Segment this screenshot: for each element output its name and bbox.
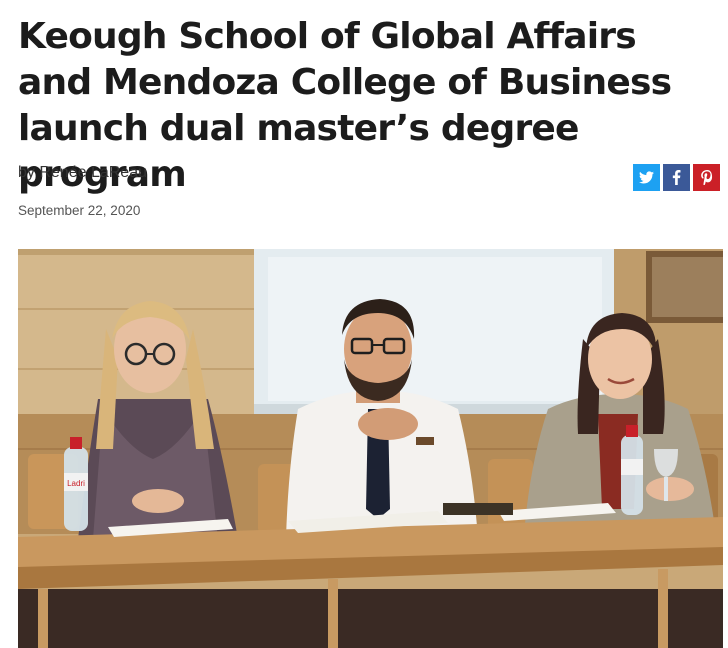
pinterest-share-button[interactable] [693, 164, 720, 191]
article-date: September 22, 2020 [18, 203, 141, 218]
facebook-icon [672, 170, 681, 185]
facebook-share-button[interactable] [663, 164, 690, 191]
pinterest-icon [700, 170, 712, 185]
hero-photo: Ladri [18, 249, 723, 648]
share-buttons [633, 164, 720, 191]
article: Keough School of Global Affairs and Mend… [0, 0, 728, 648]
twitter-share-button[interactable] [633, 164, 660, 191]
twitter-icon [639, 171, 654, 184]
article-byline: by Renée LaReau [18, 164, 147, 181]
water-bottle-left: Ladri [64, 437, 88, 531]
bottle-label: Ladri [67, 479, 85, 488]
water-bottle-right [621, 425, 643, 515]
panel-photo-illustration: Ladri [18, 249, 723, 648]
